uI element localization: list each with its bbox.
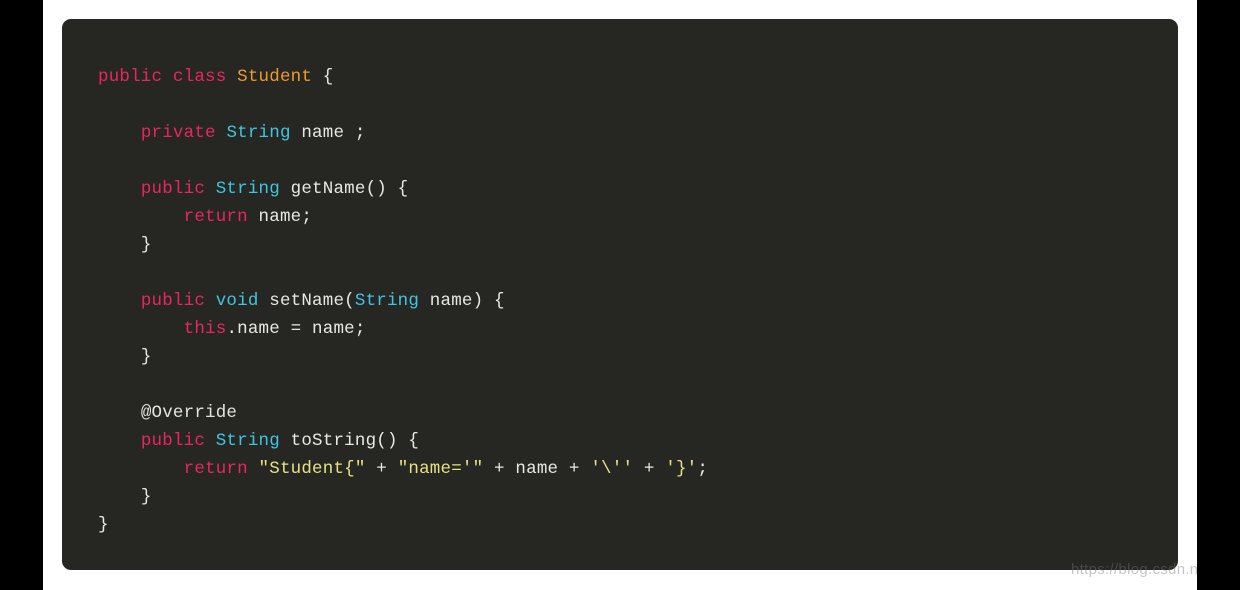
code-token-plain: name; [247,207,313,227]
page-canvas: public class Student { private String na… [43,0,1197,590]
code-listing[interactable]: public class Student { private String na… [62,63,1178,539]
code-token-plain: { [312,67,334,87]
code-token-keyword: return [183,459,248,479]
watermark-url: https://blog.csdn.net/P19777 [1071,561,1197,578]
code-line: public String toString() { [98,427,1142,455]
code-line: @Override [98,399,1142,427]
code-line: private String name ; [98,119,1142,147]
code-token-string: '}' [665,459,698,479]
code-token-plain: } [140,235,152,255]
code-token-string: "Student{" [258,459,366,479]
code-token-plain: name ; [290,123,366,143]
code-token-plain: .name = name; [226,319,366,339]
code-token-string: '\'' [590,459,634,479]
code-token-string: "name='" [397,459,484,479]
code-token-keyword: public [98,67,163,87]
code-token-class: Student [237,67,313,87]
code-token-keyword: private [140,123,216,143]
code-token-type: String [226,123,291,143]
code-token-plain: } [98,515,109,535]
code-line: } [98,511,1142,539]
code-token-type: String [354,291,420,311]
code-token-keyword: public [140,431,206,451]
code-token-type: String [215,179,280,199]
code-line: } [98,483,1142,511]
code-token-plain: + [633,459,666,479]
code-line: } [98,231,1142,259]
code-token-plain: setName( [258,291,355,311]
code-line: } [98,343,1142,371]
code-token-keyword: public [140,291,206,311]
code-token-keyword: return [183,207,248,227]
code-line: public void setName(String name) { [98,287,1142,315]
code-token-keyword: public [140,179,206,199]
code-line: public String getName() { [98,175,1142,203]
code-token-keyword: class [172,67,227,87]
code-block-card: public class Student { private String na… [62,19,1178,570]
code-token-plain: getName() { [279,179,409,199]
code-token-plain: ; [697,459,709,479]
code-token-type: String [215,431,280,451]
code-token-plain: name) { [419,291,505,311]
code-token-plain: + name + [483,459,591,479]
code-line: this.name = name; [98,315,1142,343]
code-line: public class Student { [98,63,1142,91]
code-line: return name; [98,203,1142,231]
right-letterbox-band [1197,0,1240,590]
left-letterbox-band [0,0,43,590]
code-token-plain: } [140,487,152,507]
code-token-plain: toString() { [279,431,420,451]
code-token-plain: } [140,347,152,367]
code-token-type: void [215,291,259,311]
code-token-annotation: @Override [140,403,238,423]
code-line: return "Student{" + "name='" + name + '\… [98,455,1142,483]
code-token-plain: + [365,459,398,479]
code-token-keyword: this [183,319,227,339]
